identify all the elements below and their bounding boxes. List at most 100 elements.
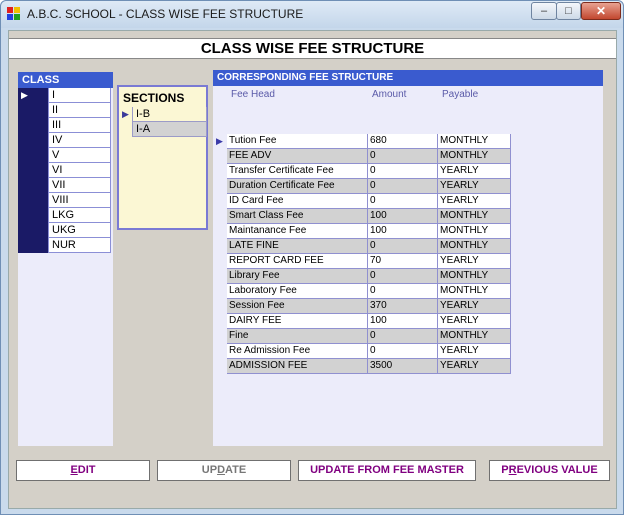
update-from-fee-master-button[interactable]: UPDATE FROM FEE MASTER (298, 460, 476, 481)
fee-row[interactable]: ▶ Tution Fee 680 MONTHLY (213, 134, 513, 149)
payable-cell[interactable]: MONTHLY (438, 209, 511, 224)
payable-cell[interactable]: MONTHLY (438, 134, 511, 149)
fee-head-cell[interactable]: Maintanance Fee (227, 224, 368, 239)
row-selector (213, 329, 227, 344)
payable-cell[interactable]: MONTHLY (438, 284, 511, 299)
payable-cell[interactable]: MONTHLY (438, 149, 511, 164)
fee-head-cell[interactable]: Smart Class Fee (227, 209, 368, 224)
fee-head-cell[interactable]: ID Card Fee (227, 194, 368, 209)
column-header-amount[interactable]: Amount (372, 89, 406, 100)
class-row[interactable]: NUR (18, 238, 111, 253)
fee-head-cell[interactable]: DAIRY FEE (227, 314, 368, 329)
payable-cell[interactable]: YEARLY (438, 299, 511, 314)
fee-head-cell[interactable]: FEE ADV (227, 149, 368, 164)
payable-cell[interactable]: YEARLY (438, 179, 511, 194)
row-selector (213, 209, 227, 224)
fee-head-cell[interactable]: Fine (227, 329, 368, 344)
class-row[interactable]: LKG (18, 208, 111, 223)
fee-head-cell[interactable]: Laboratory Fee (227, 284, 368, 299)
class-label: V (48, 148, 111, 163)
class-row[interactable]: III (18, 118, 111, 133)
fee-head-cell[interactable]: Library Fee (227, 269, 368, 284)
amount-cell[interactable]: 0 (368, 284, 438, 299)
payable-cell[interactable]: YEARLY (438, 254, 511, 269)
fee-row[interactable]: DAIRY FEE 100 YEARLY (213, 314, 513, 329)
fee-row[interactable]: ID Card Fee 0 YEARLY (213, 194, 513, 209)
amount-cell[interactable]: 3500 (368, 359, 438, 374)
amount-cell[interactable]: 680 (368, 134, 438, 149)
edit-button[interactable]: EDIT (16, 460, 150, 481)
amount-cell[interactable]: 0 (368, 344, 438, 359)
fee-row[interactable]: Smart Class Fee 100 MONTHLY (213, 209, 513, 224)
class-row[interactable]: VIII (18, 193, 111, 208)
fee-row[interactable]: Transfer Certificate Fee 0 YEARLY (213, 164, 513, 179)
class-row[interactable]: V (18, 148, 111, 163)
fee-row[interactable]: ADMISSION FEE 3500 YEARLY (213, 359, 513, 374)
class-row[interactable]: VI (18, 163, 111, 178)
update-button[interactable]: UPDATE (157, 460, 291, 481)
amount-cell[interactable]: 0 (368, 239, 438, 254)
amount-cell[interactable]: 0 (368, 329, 438, 344)
payable-cell[interactable]: YEARLY (438, 344, 511, 359)
fee-head-cell[interactable]: Session Fee (227, 299, 368, 314)
minimize-button[interactable]: – (531, 2, 557, 20)
fee-row[interactable]: Library Fee 0 MONTHLY (213, 269, 513, 284)
payable-cell[interactable]: YEARLY (438, 164, 511, 179)
amount-cell[interactable]: 0 (368, 149, 438, 164)
payable-cell[interactable]: YEARLY (438, 194, 511, 209)
section-row[interactable]: I-A (119, 122, 207, 137)
fee-head-cell[interactable]: Duration Certificate Fee (227, 179, 368, 194)
amount-cell[interactable]: 100 (368, 314, 438, 329)
fee-row[interactable]: REPORT CARD FEE 70 YEARLY (213, 254, 513, 269)
amount-cell[interactable]: 370 (368, 299, 438, 314)
class-row[interactable]: II (18, 103, 111, 118)
amount-cell[interactable]: 0 (368, 164, 438, 179)
amount-cell[interactable]: 0 (368, 194, 438, 209)
class-label: VIII (48, 193, 111, 208)
fee-head-cell[interactable]: Re Admission Fee (227, 344, 368, 359)
fee-row[interactable]: Fine 0 MONTHLY (213, 329, 513, 344)
amount-cell[interactable]: 0 (368, 269, 438, 284)
fee-row[interactable]: Maintanance Fee 100 MONTHLY (213, 224, 513, 239)
payable-cell[interactable]: MONTHLY (438, 329, 511, 344)
column-header-fee-head[interactable]: Fee Head (231, 89, 275, 100)
fee-head-cell[interactable]: LATE FINE (227, 239, 368, 254)
row-selector (213, 179, 227, 194)
class-row[interactable]: UKG (18, 223, 111, 238)
fee-head-cell[interactable]: ADMISSION FEE (227, 359, 368, 374)
fee-row[interactable]: Duration Certificate Fee 0 YEARLY (213, 179, 513, 194)
fee-head-cell[interactable]: Tution Fee (227, 134, 368, 149)
fee-head-cell[interactable]: REPORT CARD FEE (227, 254, 368, 269)
amount-cell[interactable]: 100 (368, 209, 438, 224)
payable-cell[interactable]: MONTHLY (438, 239, 511, 254)
payable-cell[interactable]: YEARLY (438, 314, 511, 329)
row-selector: ▶ (216, 136, 223, 146)
fee-row[interactable]: Laboratory Fee 0 MONTHLY (213, 284, 513, 299)
class-row[interactable]: ▶ I (18, 88, 111, 103)
sections-grid: SECTIONS ▶ I-B I-A (117, 85, 208, 230)
amount-cell[interactable]: 70 (368, 254, 438, 269)
previous-value-button[interactable]: PREVIOUS VALUE (489, 460, 610, 481)
maximize-button[interactable]: □ (556, 2, 581, 20)
title-bar[interactable]: A.B.C. SCHOOL - CLASS WISE FEE STRUCTURE… (1, 1, 623, 28)
fee-row[interactable]: Session Fee 370 YEARLY (213, 299, 513, 314)
row-selector (213, 359, 227, 374)
fee-row[interactable]: Re Admission Fee 0 YEARLY (213, 344, 513, 359)
amount-cell[interactable]: 0 (368, 179, 438, 194)
column-header-payable[interactable]: Payable (442, 89, 478, 100)
close-button[interactable]: ✕ (581, 2, 621, 20)
payable-cell[interactable]: MONTHLY (438, 269, 511, 284)
row-selector (18, 148, 48, 163)
class-row[interactable]: IV (18, 133, 111, 148)
fee-row[interactable]: FEE ADV 0 MONTHLY (213, 149, 513, 164)
row-selector (18, 208, 48, 223)
class-row[interactable]: VII (18, 178, 111, 193)
class-label: VI (48, 163, 111, 178)
section-row[interactable]: ▶ I-B (119, 107, 207, 122)
payable-cell[interactable]: MONTHLY (438, 224, 511, 239)
amount-cell[interactable]: 100 (368, 224, 438, 239)
sections-grid-header: SECTIONS (123, 91, 185, 105)
fee-row[interactable]: LATE FINE 0 MONTHLY (213, 239, 513, 254)
payable-cell[interactable]: YEARLY (438, 359, 511, 374)
fee-head-cell[interactable]: Transfer Certificate Fee (227, 164, 368, 179)
